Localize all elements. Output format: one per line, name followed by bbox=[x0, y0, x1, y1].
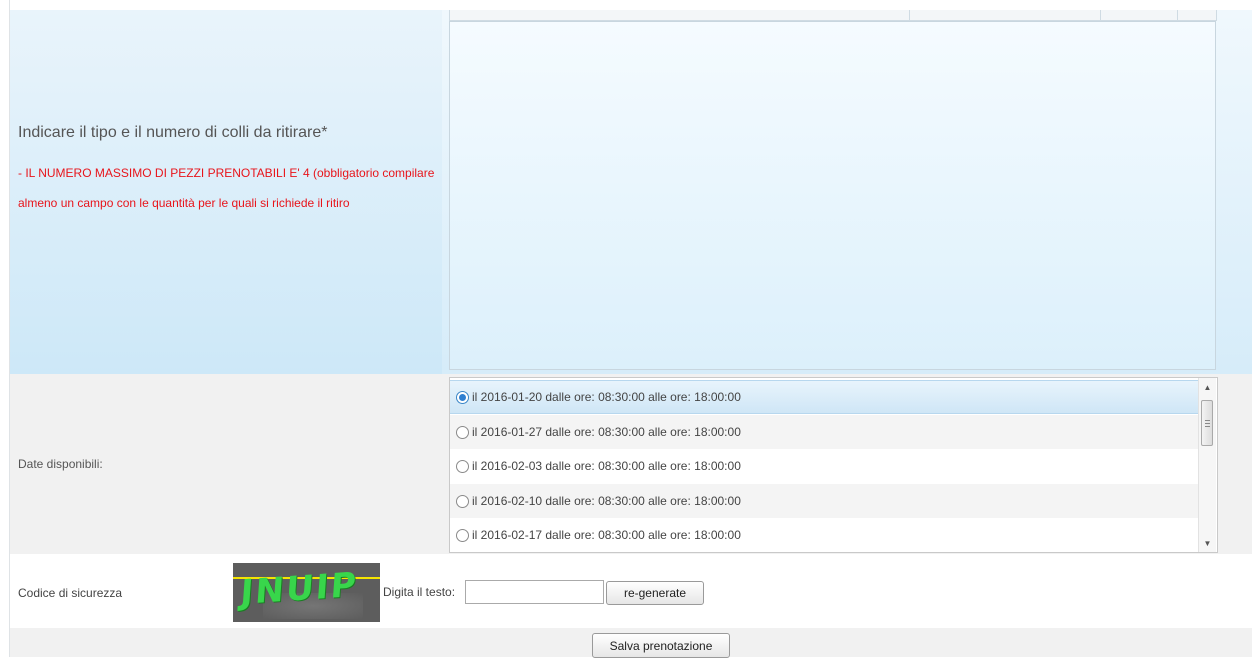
regenerate-captcha-button[interactable]: re-generate bbox=[606, 581, 704, 605]
captcha-text: JNUIP bbox=[239, 564, 360, 614]
date-option-label: il 2016-02-03 dalle ore: 08:30:00 alle o… bbox=[472, 459, 741, 473]
header-divider bbox=[909, 10, 910, 20]
pickup-max-note: - IL NUMERO MASSIMO DI PEZZI PRENOTABILI… bbox=[18, 166, 435, 210]
date-option[interactable]: il 2016-02-17 dalle ore: 08:30:00 alle o… bbox=[450, 518, 1198, 552]
date-option[interactable]: il 2016-02-10 dalle ore: 08:30:00 alle o… bbox=[450, 484, 1198, 518]
radio-selected-icon[interactable] bbox=[456, 390, 469, 404]
pickup-label-cell: Indicare il tipo e il numero di colli da… bbox=[10, 10, 442, 374]
pickup-title: Indicare il tipo e il numero di colli da… bbox=[18, 124, 328, 141]
dates-listbox[interactable]: il 2016-01-20 dalle ore: 08:30:00 alle o… bbox=[449, 377, 1218, 553]
packages-table-header bbox=[449, 10, 1217, 21]
captcha-input-label: Digita il testo: bbox=[383, 585, 456, 599]
date-option[interactable]: il 2016-01-20 dalle ore: 08:30:00 alle o… bbox=[450, 380, 1198, 414]
captcha-input[interactable] bbox=[465, 580, 604, 604]
packages-table-area bbox=[449, 21, 1216, 370]
date-option-label: il 2016-01-20 dalle ore: 08:30:00 alle o… bbox=[472, 390, 741, 404]
radio-icon[interactable] bbox=[456, 425, 469, 439]
captcha-image: JNUIP bbox=[233, 563, 380, 622]
dates-scrollbar[interactable]: ▲ ▼ bbox=[1198, 378, 1216, 552]
radio-icon[interactable] bbox=[456, 459, 469, 473]
date-option-label: il 2016-02-10 dalle ore: 08:30:00 alle o… bbox=[472, 494, 741, 508]
scrollbar-thumb[interactable] bbox=[1201, 400, 1213, 446]
dates-label: Date disponibili: bbox=[18, 457, 103, 471]
header-divider bbox=[1177, 10, 1178, 20]
date-option-label: il 2016-02-17 dalle ore: 08:30:00 alle o… bbox=[472, 528, 741, 542]
scroll-down-arrow-icon[interactable]: ▼ bbox=[1199, 536, 1216, 550]
date-option[interactable]: il 2016-01-27 dalle ore: 08:30:00 alle o… bbox=[450, 415, 1198, 449]
date-option[interactable]: il 2016-02-03 dalle ore: 08:30:00 alle o… bbox=[450, 449, 1198, 483]
security-code-label: Codice di sicurezza bbox=[18, 586, 123, 600]
date-option-label: il 2016-01-27 dalle ore: 08:30:00 alle o… bbox=[472, 425, 741, 439]
scroll-up-arrow-icon[interactable]: ▲ bbox=[1199, 380, 1216, 394]
header-divider bbox=[1100, 10, 1101, 20]
save-booking-button[interactable]: Salva prenotazione bbox=[592, 633, 730, 658]
radio-icon[interactable] bbox=[456, 494, 469, 508]
radio-icon[interactable] bbox=[456, 528, 469, 542]
